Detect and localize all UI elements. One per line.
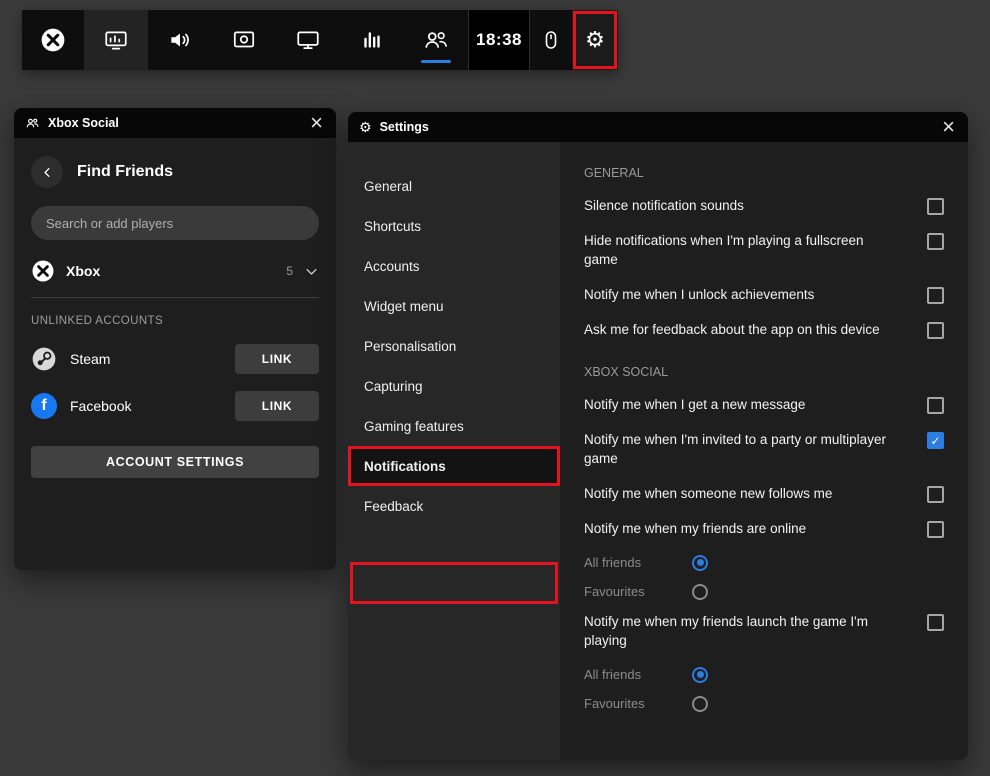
chevron-left-icon: [41, 166, 54, 179]
gear-icon: ⚙: [359, 120, 372, 134]
settings-window: ⚙ Settings × General Shortcuts Accounts …: [348, 112, 968, 760]
xbox-home-button[interactable]: [22, 10, 84, 70]
bar-chart-icon: [359, 27, 385, 53]
friend-count-badge: 5: [286, 264, 293, 278]
clock: 18:38: [468, 10, 530, 70]
setting-row: Notify me when I unlock achievements ✓: [584, 286, 944, 305]
checkbox[interactable]: ✓: [927, 322, 944, 339]
search-input[interactable]: [31, 206, 319, 240]
account-name: Facebook: [70, 398, 131, 414]
checkbox[interactable]: ✓: [927, 287, 944, 304]
unlinked-accounts-header: UNLINKED ACCOUNTS: [31, 315, 319, 327]
widget-menu-button[interactable]: [84, 10, 148, 70]
active-tab-indicator: [421, 60, 451, 63]
close-icon[interactable]: ×: [940, 116, 957, 138]
settings-button[interactable]: ⚙: [572, 10, 618, 70]
game-bar-toolbar: 18:38 ⚙: [22, 10, 618, 70]
radio-option-favourites: Favourites: [584, 696, 944, 712]
checkbox[interactable]: ✓: [927, 486, 944, 503]
account-name: Steam: [70, 351, 110, 367]
xbox-logo-icon: [31, 259, 55, 283]
setting-row: Silence notification sounds ✓: [584, 197, 944, 216]
link-steam-button[interactable]: LINK: [235, 344, 319, 374]
menu-item-widget-menu[interactable]: Widget menu: [348, 286, 560, 326]
back-button[interactable]: [31, 156, 63, 188]
checkbox[interactable]: ✓: [927, 432, 944, 449]
checkbox[interactable]: ✓: [927, 614, 944, 631]
speaker-icon: [167, 27, 193, 53]
social-button[interactable]: [404, 10, 468, 70]
group-label: Xbox: [66, 263, 100, 279]
menu-item-accounts[interactable]: Accounts: [348, 246, 560, 286]
checkbox[interactable]: ✓: [927, 198, 944, 215]
performance-button[interactable]: [340, 10, 404, 70]
notifications-settings-pane: GENERAL Silence notification sounds ✓ Hi…: [560, 142, 968, 760]
radio-option-all-friends: All friends: [584, 667, 944, 683]
xbox-social-body: Find Friends Xbox 5 UNLI: [14, 138, 336, 478]
checkbox[interactable]: ✓: [927, 397, 944, 414]
radio-button[interactable]: [692, 584, 708, 600]
account-row-steam: Steam LINK: [31, 344, 319, 374]
mouse-passthrough-button[interactable]: [530, 10, 572, 70]
steam-icon: [31, 346, 57, 372]
menu-item-capturing[interactable]: Capturing: [348, 366, 560, 406]
divider: [31, 297, 319, 298]
section-header-xbox-social: XBOX SOCIAL: [584, 365, 944, 379]
radio-button[interactable]: [692, 696, 708, 712]
people-icon: [422, 27, 450, 53]
people-icon: [25, 116, 40, 130]
chevron-down-icon: [304, 264, 319, 279]
link-facebook-button[interactable]: LINK: [235, 391, 319, 421]
radio-button[interactable]: [692, 667, 708, 683]
menu-item-feedback[interactable]: Feedback: [348, 486, 560, 526]
window-title: Xbox Social: [48, 116, 119, 130]
xbox-social-window: Xbox Social × Find Friends: [14, 108, 336, 570]
radio-option-favourites: Favourites: [584, 584, 944, 600]
section-header-general: GENERAL: [584, 166, 944, 180]
menu-item-shortcuts[interactable]: Shortcuts: [348, 206, 560, 246]
settings-menu: General Shortcuts Accounts Widget menu P…: [348, 142, 560, 760]
setting-row: Notify me when someone new follows me ✓: [584, 485, 944, 504]
setting-row: Hide notifications when I'm playing a fu…: [584, 232, 944, 270]
checkbox[interactable]: ✓: [927, 233, 944, 250]
menu-item-gaming-features[interactable]: Gaming features: [348, 406, 560, 446]
account-settings-button[interactable]: ACCOUNT SETTINGS: [31, 446, 319, 478]
mouse-icon: [539, 28, 563, 52]
close-icon[interactable]: ×: [308, 112, 325, 134]
xbox-friends-group[interactable]: Xbox 5: [31, 256, 319, 286]
broadcast-button[interactable]: [276, 10, 340, 70]
xbox-logo-icon: [40, 27, 66, 53]
display-icon: [295, 27, 321, 53]
facebook-icon: f: [31, 393, 57, 419]
audio-button[interactable]: [148, 10, 212, 70]
page-title: Find Friends: [77, 163, 173, 181]
checkbox[interactable]: ✓: [927, 521, 944, 538]
menu-item-personalisation[interactable]: Personalisation: [348, 326, 560, 366]
window-title: Settings: [380, 120, 429, 134]
check-icon: ✓: [930, 435, 940, 447]
settings-titlebar[interactable]: ⚙ Settings ×: [348, 112, 968, 142]
radio-button[interactable]: [692, 555, 708, 571]
setting-row: Notify me when I'm invited to a party or…: [584, 431, 944, 469]
menu-item-general[interactable]: General: [348, 166, 560, 206]
xbox-social-titlebar[interactable]: Xbox Social ×: [14, 108, 336, 138]
menu-item-notifications[interactable]: Notifications: [348, 446, 560, 486]
setting-row: Notify me when my friends launch the gam…: [584, 613, 944, 651]
gear-icon: ⚙: [585, 29, 605, 51]
desktop-background: 18:38 ⚙ Xbox Soc: [0, 0, 990, 776]
account-row-facebook: f Facebook LINK: [31, 391, 319, 421]
widget-menu-icon: [103, 27, 129, 53]
setting-row: Notify me when my friends are online ✓: [584, 520, 944, 539]
capture-icon: [231, 27, 257, 53]
radio-option-all-friends: All friends: [584, 555, 944, 571]
setting-row: Notify me when I get a new message ✓: [584, 396, 944, 415]
setting-row: Ask me for feedback about the app on thi…: [584, 321, 944, 340]
capture-button[interactable]: [212, 10, 276, 70]
